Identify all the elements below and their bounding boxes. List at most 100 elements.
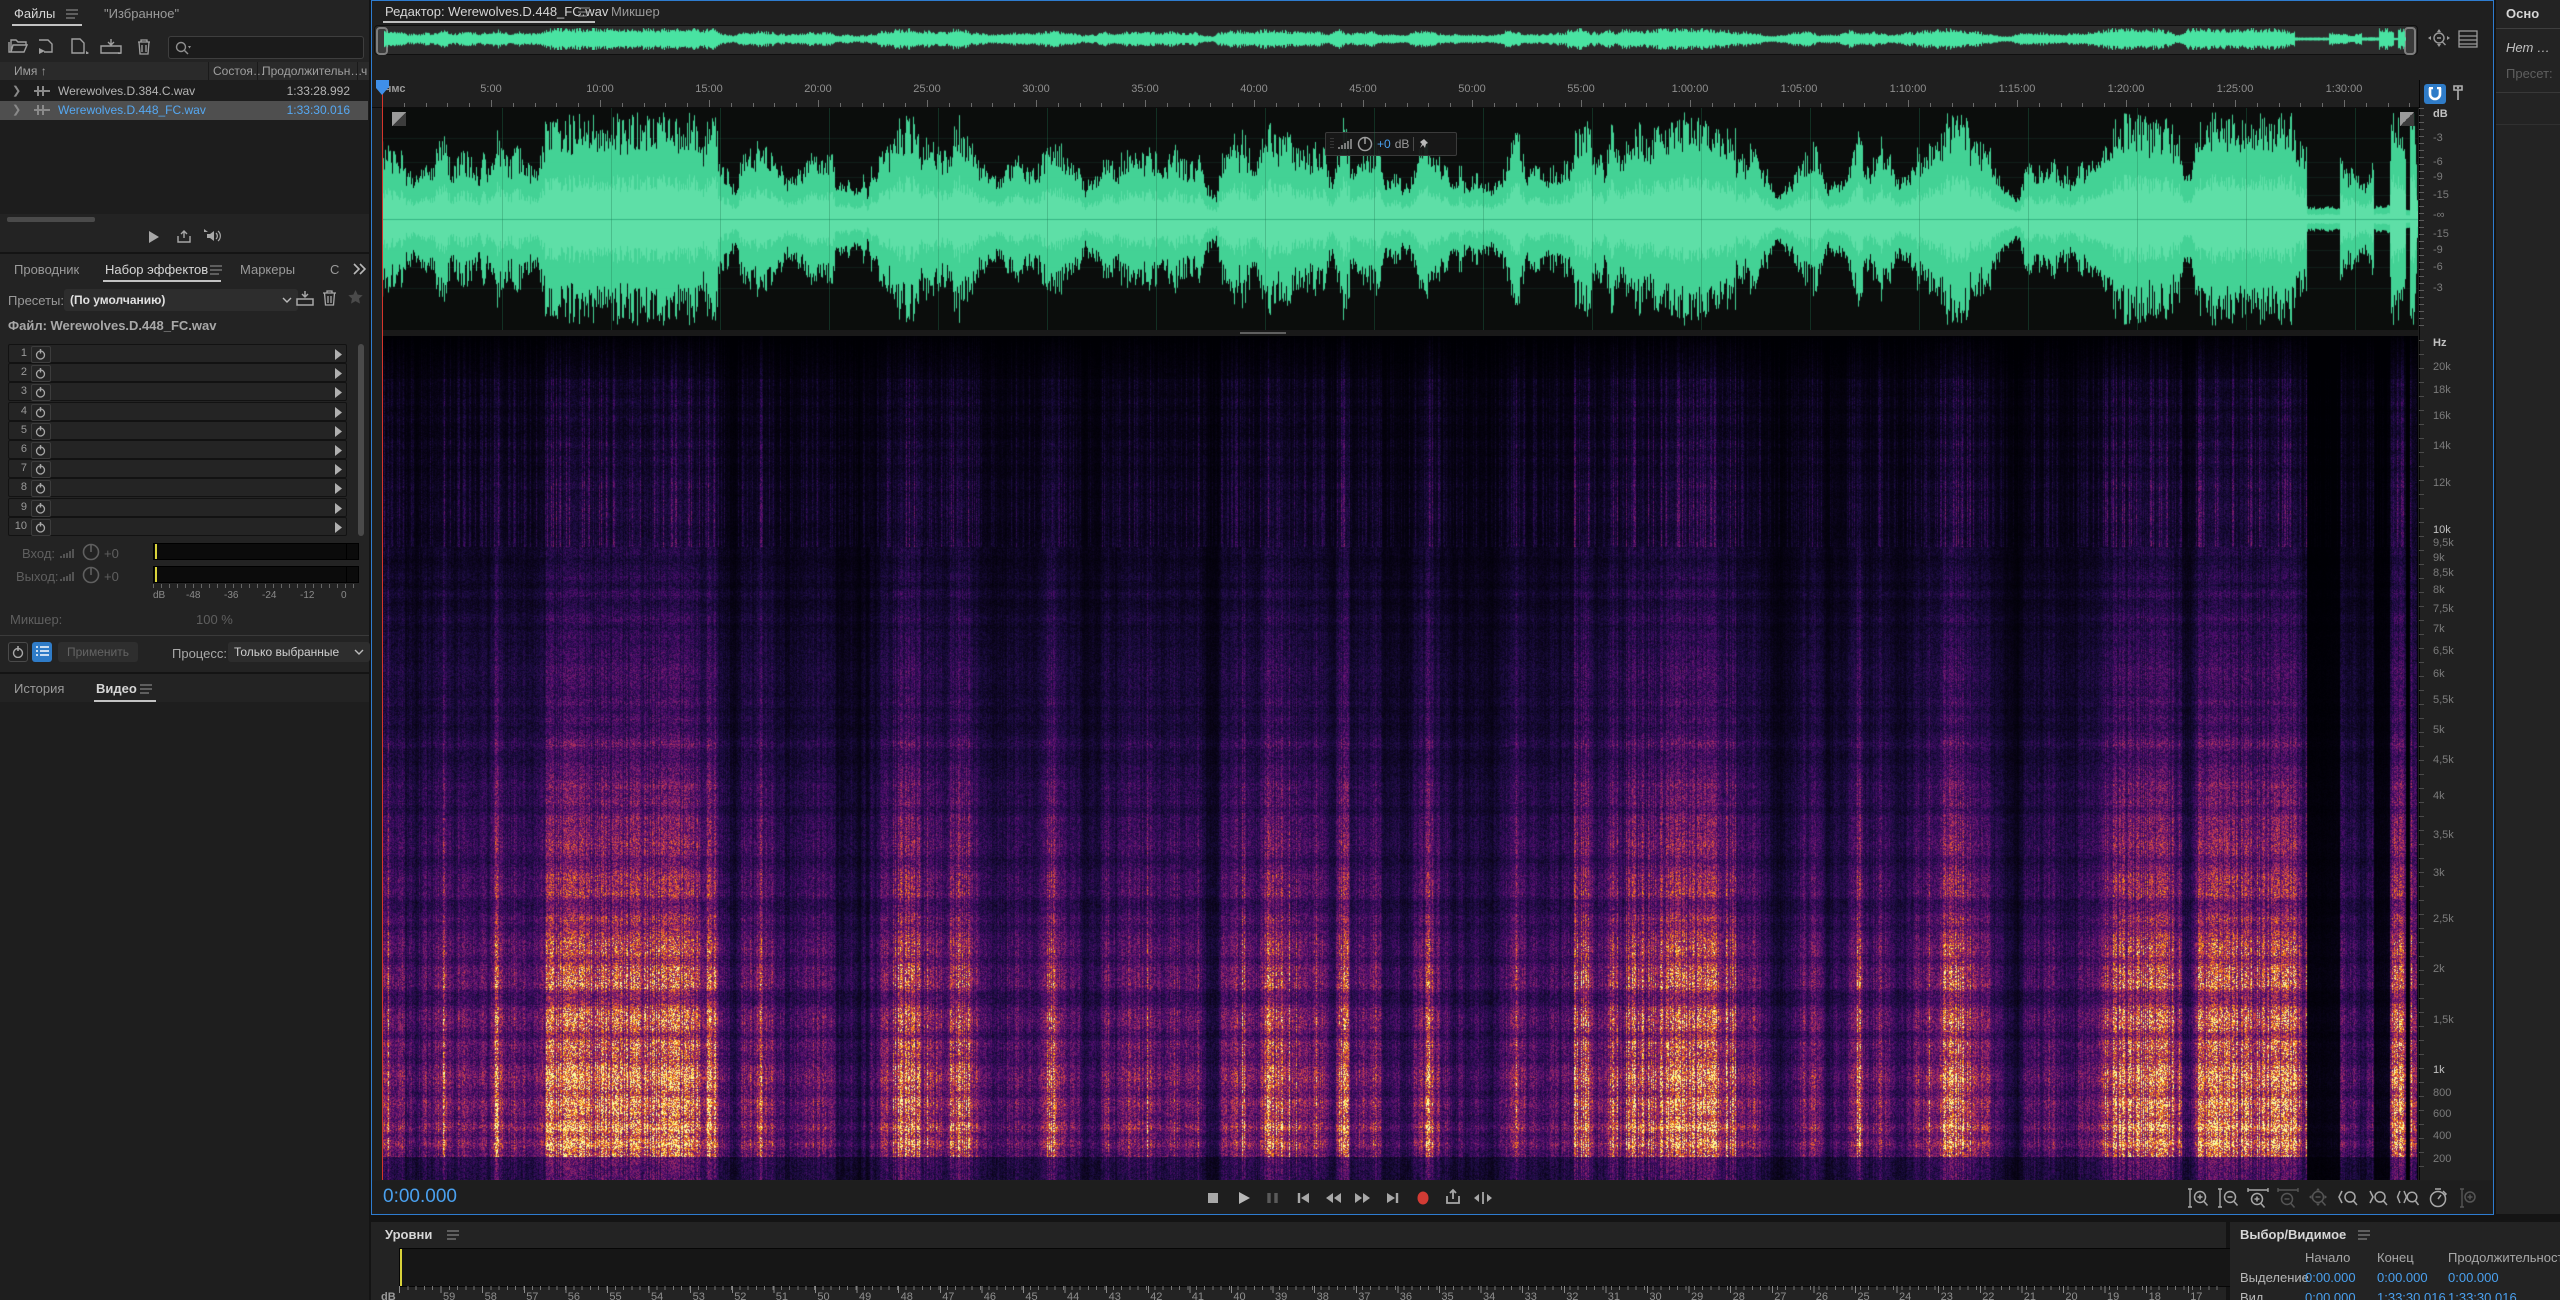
slot-expand-arrow-icon[interactable] xyxy=(334,425,342,440)
essential-sound-title[interactable]: Осно xyxy=(2506,6,2539,21)
slot-power-button[interactable] xyxy=(31,461,51,478)
zoom-to-in-point-button[interactable] xyxy=(2336,1186,2360,1210)
pause-button[interactable] xyxy=(1261,1185,1287,1211)
effect-slot[interactable]: 8 xyxy=(8,478,347,497)
process-dropdown[interactable]: Только выбранные xyxy=(228,642,370,662)
time-display[interactable]: 0:00.000 xyxy=(383,1186,457,1208)
effect-slot[interactable]: 6 xyxy=(8,440,347,459)
effect-slot[interactable]: 9 xyxy=(8,498,347,517)
input-gain-knob[interactable] xyxy=(82,543,100,561)
slot-expand-arrow-icon[interactable] xyxy=(334,386,342,401)
zoom-in-vertical-alt-button[interactable] xyxy=(2456,1186,2480,1210)
slot-power-button[interactable] xyxy=(31,519,51,536)
playhead-line[interactable] xyxy=(382,80,383,1180)
timeline-ruler[interactable]: чмс 5:0010:0015:0020:0025:0030:0035:0040… xyxy=(371,80,2419,108)
slot-power-button[interactable] xyxy=(31,500,51,517)
rewind-button[interactable] xyxy=(1321,1185,1347,1211)
slot-expand-arrow-icon[interactable] xyxy=(334,482,342,497)
tab-files[interactable]: Файлы xyxy=(14,6,55,21)
zoom-in-horizontal-button[interactable] xyxy=(2246,1186,2270,1210)
tab-history[interactable]: История xyxy=(14,681,64,696)
tab-mixer[interactable]: Микшер xyxy=(611,4,660,19)
view-end[interactable]: 1:33:30.016 xyxy=(2377,1290,2446,1300)
slot-power-button[interactable] xyxy=(31,346,51,363)
apply-button[interactable]: Применить xyxy=(58,642,138,662)
trash-icon[interactable] xyxy=(136,38,152,55)
hud-pin-icon[interactable] xyxy=(1418,138,1429,150)
panel-menu-icon[interactable] xyxy=(447,1230,459,1240)
slot-expand-arrow-icon[interactable] xyxy=(334,367,342,382)
zoom-full-icon[interactable] xyxy=(2428,29,2450,49)
slot-power-button[interactable] xyxy=(31,384,51,401)
timed-record-button[interactable] xyxy=(2426,1186,2450,1210)
file-row[interactable]: ❯Werewolves.D.384.C.wav1:33:28.992 xyxy=(0,82,368,101)
rack-list-toggle-button[interactable] xyxy=(32,642,52,662)
effect-slot[interactable]: 4 xyxy=(8,402,347,421)
stop-button[interactable] xyxy=(1201,1185,1227,1211)
view-duration[interactable]: 1:33:30.016 xyxy=(2448,1290,2517,1300)
col-duration[interactable]: Продолжительн… xyxy=(262,64,362,78)
effect-slot[interactable]: 1 xyxy=(8,344,347,363)
slot-power-button[interactable] xyxy=(31,442,51,459)
slot-expand-arrow-icon[interactable] xyxy=(334,521,342,536)
files-hscrollbar[interactable] xyxy=(7,217,95,222)
col-extra[interactable]: ч xyxy=(361,64,367,78)
skip-selection-button[interactable] xyxy=(1471,1185,1497,1211)
hud-grip[interactable] xyxy=(1330,137,1334,151)
levels-title[interactable]: Уровни xyxy=(385,1227,432,1242)
slot-expand-arrow-icon[interactable] xyxy=(334,444,342,459)
rack-power-button[interactable] xyxy=(8,642,28,662)
fast-forward-button[interactable] xyxy=(1351,1185,1377,1211)
effect-slot[interactable]: 7 xyxy=(8,459,347,478)
gain-hud[interactable]: +0 dB xyxy=(1325,132,1457,156)
snap-toggle-button[interactable] xyxy=(2424,84,2446,104)
zoom-to-out-point-button[interactable] xyxy=(2366,1186,2390,1210)
zoom-out-horizontal-button[interactable] xyxy=(2276,1186,2300,1210)
view-start[interactable]: 0:00.000 xyxy=(2305,1290,2356,1300)
output-gain-knob[interactable] xyxy=(82,566,100,584)
expander-chevron-icon[interactable]: ❯ xyxy=(12,84,21,97)
marker-pin-icon[interactable] xyxy=(2452,84,2464,102)
slot-expand-arrow-icon[interactable] xyxy=(334,502,342,517)
tab-editor[interactable]: Редактор: Werewolves.D.448_FC.wav xyxy=(385,4,608,19)
file-row[interactable]: ❯Werewolves.D.448_FC.wav1:33:30.016 xyxy=(0,101,368,120)
import-file-button[interactable] xyxy=(38,38,60,54)
preview-loop-button[interactable] xyxy=(176,230,192,244)
search-input[interactable] xyxy=(168,36,364,59)
essential-sound-none[interactable]: Нет … xyxy=(2506,40,2550,55)
auto-play-speaker-icon[interactable] xyxy=(204,228,222,244)
slot-power-button[interactable] xyxy=(31,404,51,421)
panel-menu-icon[interactable] xyxy=(2358,1230,2370,1240)
expander-chevron-icon[interactable]: ❯ xyxy=(12,103,21,116)
zoom-out-vertical-button[interactable] xyxy=(2216,1186,2240,1210)
effect-slot[interactable]: 10 xyxy=(8,517,347,536)
hud-corner-badge[interactable] xyxy=(392,112,406,126)
hud-gain-knob[interactable] xyxy=(1357,136,1373,152)
zoom-reset-button[interactable] xyxy=(2306,1186,2330,1210)
zoom-in-vertical-button[interactable] xyxy=(2186,1186,2210,1210)
slot-expand-arrow-icon[interactable] xyxy=(334,463,342,478)
selection-end[interactable]: 0:00.000 xyxy=(2377,1270,2428,1285)
panel-menu-icon[interactable] xyxy=(140,684,152,694)
effect-slot[interactable]: 2 xyxy=(8,363,347,382)
preview-play-button[interactable] xyxy=(148,230,160,244)
go-to-end-button[interactable] xyxy=(1381,1185,1407,1211)
panel-menu-icon[interactable] xyxy=(66,9,78,19)
playhead-marker[interactable] xyxy=(376,80,389,95)
selection-duration[interactable]: 0:00.000 xyxy=(2448,1270,2499,1285)
zoom-to-selection-button[interactable] xyxy=(2396,1186,2420,1210)
slot-power-button[interactable] xyxy=(31,480,51,497)
record-button[interactable] xyxy=(1411,1185,1437,1211)
overview-waveform[interactable] xyxy=(384,28,2406,50)
slot-expand-arrow-icon[interactable] xyxy=(334,348,342,363)
play-button[interactable] xyxy=(1231,1185,1257,1211)
effect-slot[interactable]: 3 xyxy=(8,382,347,401)
open-file-button[interactable] xyxy=(8,38,28,54)
slot-power-button[interactable] xyxy=(31,423,51,440)
panel-menu-icon[interactable] xyxy=(578,7,590,17)
import-batch-button[interactable] xyxy=(100,38,122,54)
selection-view-title[interactable]: Выбор/Видимое xyxy=(2240,1227,2346,1242)
slot-power-button[interactable] xyxy=(31,365,51,382)
editor-layers-icon[interactable] xyxy=(2458,30,2478,48)
selection-start[interactable]: 0:00.000 xyxy=(2305,1270,2356,1285)
